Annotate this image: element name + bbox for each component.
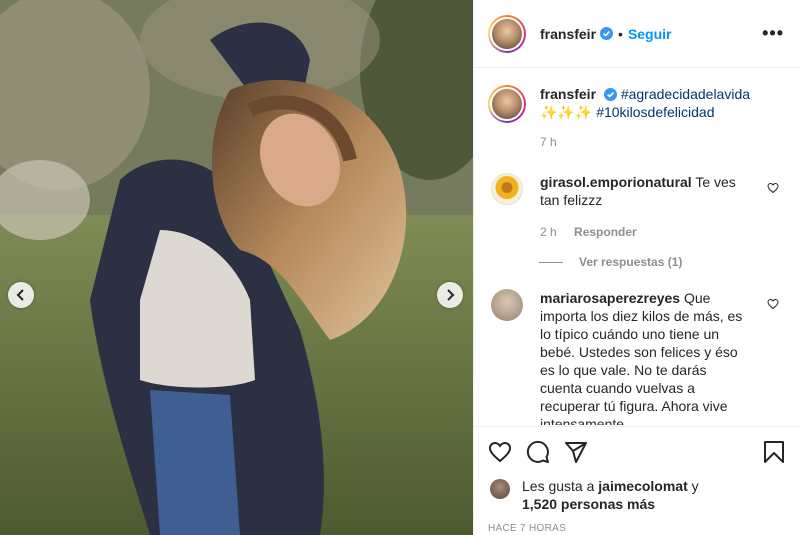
liker-username[interactable]: jaimecolomat [598, 478, 687, 494]
comment-username[interactable]: girasol.emporionatural [540, 174, 692, 190]
caption-username[interactable]: fransfeir [540, 86, 596, 102]
post-photo-illustration [0, 0, 473, 535]
caption-avatar[interactable] [488, 85, 526, 123]
post-timestamp[interactable]: HACE 7 HORAS [488, 523, 785, 534]
chevron-right-icon [447, 289, 455, 301]
save-button[interactable] [763, 440, 785, 464]
comment-text: Que importa los diez kilos de más, es lo… [540, 290, 743, 425]
comment-time[interactable]: 2 h [540, 225, 557, 239]
verified-badge-icon [603, 88, 617, 101]
like-button[interactable] [488, 440, 512, 464]
comments-list[interactable]: fransfeir #agradecidadelavida ✨✨✨ #10kil… [474, 69, 800, 425]
caption-time[interactable]: 7 h [540, 135, 557, 149]
previous-photo-button[interactable] [8, 282, 34, 308]
commenter-avatar[interactable] [491, 289, 523, 321]
follow-button[interactable]: Seguir [628, 26, 672, 42]
post-side-panel: fransfeir • Seguir ••• fransfeir #agrade… [473, 0, 800, 535]
replies-divider [539, 261, 563, 263]
heart-icon [488, 441, 512, 463]
view-replies-button[interactable]: Ver respuestas (1) [539, 255, 800, 269]
share-button[interactable] [564, 440, 588, 464]
likes-summary: Les gusta a jaimecolomat y 1,520 persona… [488, 477, 785, 513]
comment-icon [526, 440, 549, 463]
header-separator: • [618, 25, 623, 42]
post-caption: fransfeir #agradecidadelavida ✨✨✨ #10kil… [474, 69, 800, 151]
commenter-avatar[interactable] [491, 173, 523, 205]
bookmark-icon [764, 441, 784, 463]
author-username[interactable]: fransfeir [540, 26, 596, 42]
author-avatar[interactable] [488, 14, 526, 53]
reply-button[interactable]: Responder [574, 225, 637, 239]
hashtag-link[interactable]: #10kilosdefelicidad [596, 104, 714, 120]
verified-badge-icon [600, 27, 614, 40]
comment-item: mariarosaperezreyes Que importa los diez… [474, 289, 800, 425]
post-header: fransfeir • Seguir ••• [474, 0, 800, 68]
like-comment-button[interactable] [767, 297, 779, 313]
heart-icon [767, 182, 779, 194]
next-photo-button[interactable] [437, 282, 463, 308]
chevron-left-icon [16, 289, 24, 301]
likes-count[interactable]: 1,520 personas más [522, 496, 655, 512]
comment-item: girasol.emporionatural Te ves tan felizz… [474, 173, 800, 241]
sparkles-emoji: ✨✨✨ [540, 104, 593, 120]
post-actions: Les gusta a jaimecolomat y 1,520 persona… [474, 426, 800, 534]
post-image [0, 0, 473, 535]
like-comment-button[interactable] [767, 181, 779, 197]
hashtag-link[interactable]: #agradecidadelavida [621, 86, 750, 102]
view-replies-label: Ver respuestas (1) [579, 255, 683, 269]
comment-username[interactable]: mariarosaperezreyes [540, 290, 680, 306]
heart-icon [767, 298, 779, 310]
paper-plane-icon [565, 442, 587, 463]
liker-avatar[interactable] [490, 479, 510, 499]
more-options-button[interactable]: ••• [762, 23, 784, 44]
likes-connector: y [691, 478, 699, 494]
likes-prefix: Les gusta a [522, 478, 595, 494]
comment-button[interactable] [526, 440, 550, 464]
